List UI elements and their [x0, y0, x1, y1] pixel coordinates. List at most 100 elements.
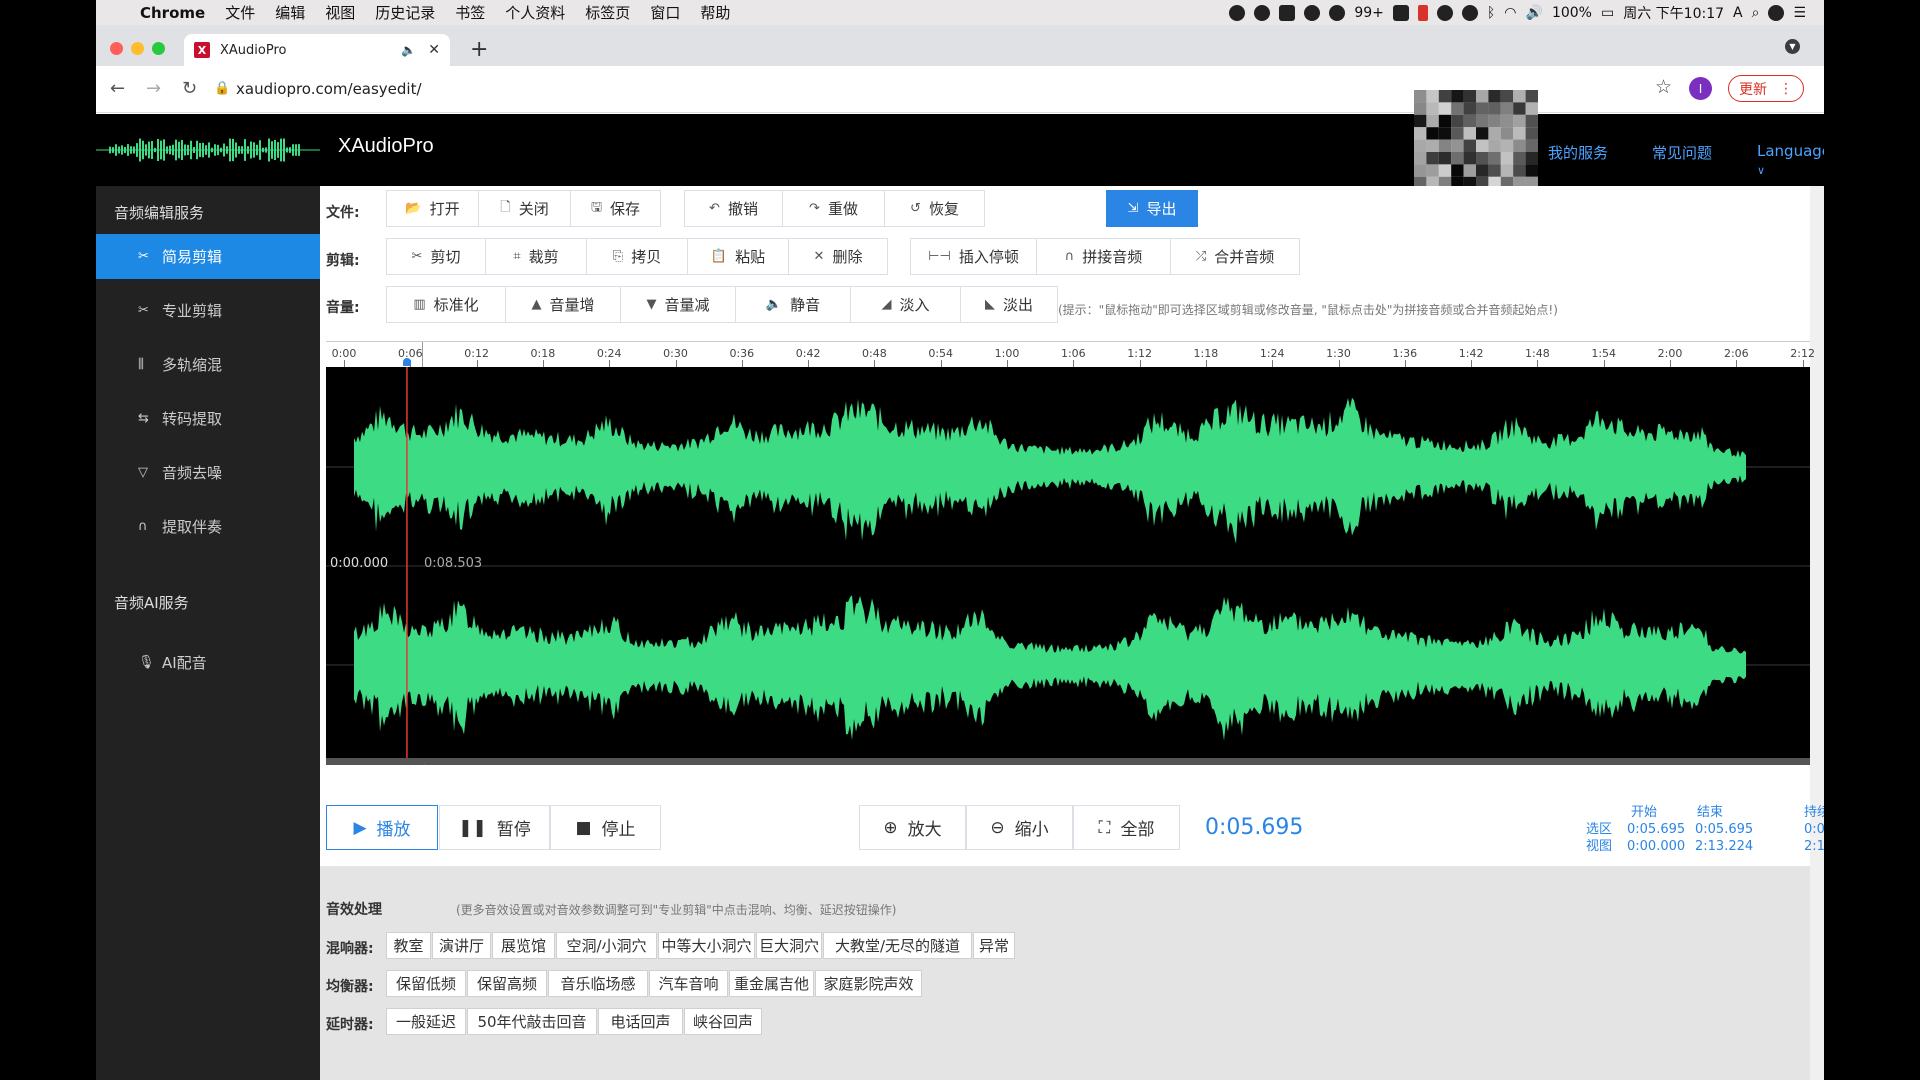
restore-button[interactable]: ↺ 恢复 — [884, 190, 985, 227]
volume-icon[interactable]: 🔊 — [1526, 5, 1543, 21]
save-button[interactable]: 🖫 保存 — [570, 190, 661, 227]
ruler-playhead-marker[interactable] — [402, 358, 411, 366]
cut-button[interactable]: ✂ 剪切 — [386, 238, 486, 275]
mute-button[interactable]: 🔈 静音 — [735, 286, 851, 323]
menu-view[interactable]: 视图 — [315, 2, 365, 23]
menu-tabs[interactable]: 标签页 — [575, 2, 640, 23]
reverb-preset-button[interactable]: 中等大小洞穴 — [658, 932, 755, 959]
menu-window[interactable]: 窗口 — [640, 2, 690, 23]
eq-preset-button[interactable]: 保留低频 — [386, 970, 466, 997]
redo-button[interactable]: ↷ 重做 — [782, 190, 885, 227]
reload-icon[interactable]: ↻ — [182, 78, 197, 99]
bell-icon[interactable] — [1304, 4, 1321, 21]
volume-down-button[interactable]: ▼ 音量减 — [620, 286, 736, 323]
pause-status-icon[interactable] — [1417, 4, 1428, 21]
export-button[interactable]: ⇲ 导出 — [1106, 190, 1198, 227]
reverb-preset-button[interactable]: 大教堂/无尽的隧道 — [823, 932, 972, 959]
clock[interactable]: 周六 下午10:17 — [1623, 3, 1724, 23]
back-icon[interactable]: ← — [110, 78, 125, 99]
delay-preset-button[interactable]: 峡谷回声 — [684, 1008, 762, 1035]
paste-button[interactable]: 📋 粘贴 — [687, 238, 789, 275]
battery-percent[interactable]: 100% — [1552, 5, 1592, 21]
menu-history[interactable]: 历史记录 — [365, 2, 445, 23]
sidebar-item-5-group1_items[interactable]: ∩ 提取伴奏 — [96, 504, 320, 549]
my-services-link[interactable]: 我的服务 — [1548, 142, 1608, 163]
menu-file[interactable]: 文件 — [215, 2, 265, 23]
new-tab-icon[interactable]: + — [470, 37, 488, 62]
timeline-ruler[interactable]: 0:00 0:06 0:12 0:18 0:24 0:30 0:36 0:42 0:48 0:54… — [326, 341, 1815, 368]
record-icon[interactable] — [1229, 4, 1246, 21]
reverb-preset-button[interactable]: 教室 — [386, 932, 431, 959]
zoom-out-button[interactable]: ⊖ 缩小 — [966, 805, 1073, 850]
eq-preset-button[interactable]: 音乐临场感 — [548, 970, 648, 997]
eq-preset-button[interactable]: 汽车音响 — [649, 970, 728, 997]
play-button[interactable]: ▶ 播放 — [326, 805, 438, 850]
menu-bookmarks[interactable]: 书签 — [445, 2, 495, 23]
menu-profile[interactable]: 个人资料 — [495, 2, 575, 23]
eq-preset-button[interactable]: 家庭影院声效 — [815, 970, 922, 997]
control-center-icon[interactable]: ☰ — [1793, 5, 1806, 21]
brand-name[interactable]: XAudioPro — [338, 135, 434, 158]
logo-wave[interactable] — [96, 114, 320, 186]
zoom-in-button[interactable]: ⊕ 放大 — [859, 805, 966, 850]
sidebar-item-0-group1_items[interactable]: ✂ 简易剪辑 — [96, 234, 320, 279]
close-button[interactable]: 🗋 关闭 — [478, 190, 571, 227]
sidebar-item-4-group1_items[interactable]: ▽ 音频去噪 — [96, 450, 320, 495]
reverb-preset-button[interactable]: 演讲厅 — [432, 932, 491, 959]
minimize-window-icon[interactable] — [131, 42, 144, 55]
normalize-button[interactable]: ▥ 标准化 — [386, 286, 506, 323]
copy-button[interactable]: ⎘ 拷贝 — [586, 238, 688, 275]
reverb-preset-button[interactable]: 巨大洞穴 — [756, 932, 822, 959]
browser-tab[interactable]: X XAudioPro 🔈 ✕ — [184, 34, 450, 66]
waveform-area[interactable]: 0:00.000 0:08.503 — [326, 367, 1810, 765]
crop-button[interactable]: ⌗ 裁剪 — [485, 238, 587, 275]
delete-button[interactable]: ✕ 删除 — [788, 238, 888, 275]
open-button[interactable]: 📂 打开 — [386, 190, 479, 227]
zoom-window-icon[interactable] — [152, 42, 165, 55]
undo-button[interactable]: ↶ 撤销 — [684, 190, 783, 227]
spotlight-icon[interactable]: ⌕ — [1752, 5, 1760, 21]
url-field[interactable]: xaudiopro.com/easyedit/ — [236, 80, 422, 98]
sidebar-item-3-group1_items[interactable]: ⇆ 转码提取 — [96, 396, 320, 441]
waveform-scrollbar[interactable] — [326, 758, 1810, 765]
close-window-icon[interactable] — [110, 42, 123, 55]
fade-in-button[interactable]: ◢ 淡入 — [850, 286, 961, 323]
delay-preset-button[interactable]: 一般延迟 — [386, 1008, 466, 1035]
delay-preset-button[interactable]: 50年代敲击回音 — [467, 1008, 597, 1035]
reverb-preset-button[interactable]: 异常 — [973, 932, 1015, 959]
input-method-icon[interactable]: A — [1733, 5, 1743, 21]
language-link[interactable]: Language ∨ — [1757, 142, 1824, 178]
badge-count[interactable]: 99+ — [1354, 5, 1384, 21]
profile-avatar[interactable]: I — [1689, 77, 1712, 100]
sidebar-item-2-group1_items[interactable]: ⫼ 多轨缩混 — [96, 342, 320, 387]
tab-close-icon[interactable]: ✕ — [428, 42, 440, 58]
wechat-icon[interactable] — [1254, 4, 1271, 21]
eq-preset-button[interactable]: 保留高频 — [467, 970, 547, 997]
forward-icon[interactable]: → — [146, 78, 161, 99]
insert-pause-button[interactable]: ⊢⊣ 插入停顿 — [910, 238, 1037, 275]
tab-search-icon[interactable]: ▼ — [1785, 39, 1800, 54]
siri-icon[interactable] — [1768, 4, 1785, 21]
zoom-all-button[interactable]: ⛶ 全部 — [1073, 805, 1180, 850]
time-machine-icon[interactable] — [1461, 4, 1478, 21]
update-button[interactable]: 更新 ⋮ — [1728, 75, 1804, 102]
notification-icon[interactable] — [1329, 4, 1346, 21]
sidebar-item-1-group1_items[interactable]: ✂ 专业剪辑 — [96, 288, 320, 333]
sidebar-item-0-group2_items[interactable]: 🎙 AI配音 — [96, 640, 320, 685]
tab-audio-icon[interactable]: 🔈 — [401, 43, 416, 57]
stop-button[interactable]: ■ 停止 — [550, 805, 661, 850]
lock-icon[interactable]: 🔒 — [214, 81, 230, 96]
menu-edit[interactable]: 编辑 — [265, 2, 315, 23]
pause-button[interactable]: ❚❚ 暂停 — [439, 805, 550, 850]
bookmark-star-icon[interactable]: ☆ — [1655, 76, 1672, 98]
vector-icon[interactable] — [1279, 4, 1296, 21]
wifi-icon[interactable]: ◠ — [1504, 5, 1516, 21]
faq-link[interactable]: 常见问题 — [1652, 142, 1712, 163]
delay-preset-button[interactable]: 电话回声 — [598, 1008, 683, 1035]
vpn-icon[interactable] — [1392, 4, 1409, 21]
reverb-preset-button[interactable]: 展览馆 — [492, 932, 555, 959]
volume-up-button[interactable]: ▲ 音量增 — [505, 286, 621, 323]
settings-icon[interactable] — [1436, 4, 1453, 21]
menu-help[interactable]: 帮助 — [690, 2, 740, 23]
menu-app-name[interactable]: Chrome — [130, 4, 215, 22]
